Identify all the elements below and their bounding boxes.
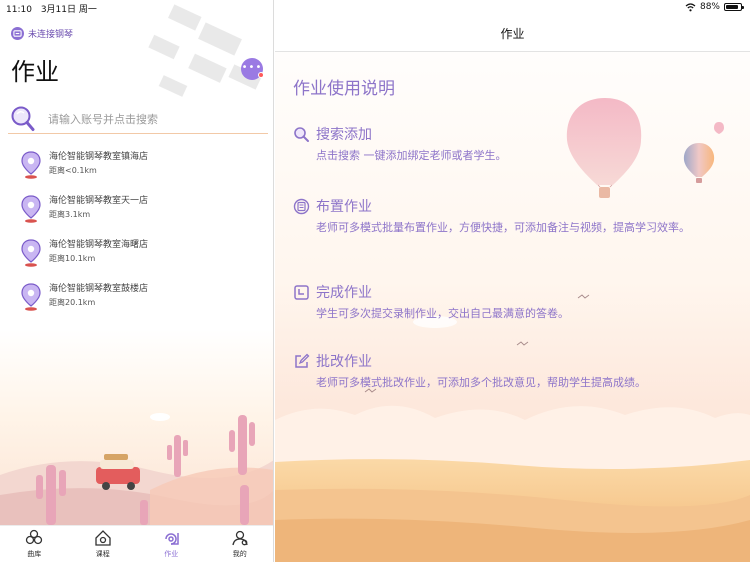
feature-title: 完成作业 [316, 285, 372, 301]
location-pin-icon [21, 195, 41, 223]
store-distance: 距离3.1km [49, 210, 91, 219]
feature-title: 布置作业 [316, 199, 372, 215]
location-pin-icon [21, 283, 41, 311]
search-input[interactable]: 请输入账号并点击搜索 [48, 111, 158, 127]
wifi-icon [685, 2, 696, 11]
list-item[interactable]: 海伦智能钢琴教室镇海店 距离<0.1km [20, 150, 260, 194]
store-name: 海伦智能钢琴教室镇海店 [49, 152, 149, 162]
status-time: 11:10 3月11日 周一 [6, 2, 97, 15]
battery-fill [726, 5, 739, 9]
tab-course[interactable]: 课程 [69, 526, 138, 562]
list-item[interactable]: 海伦智能钢琴教室海曙店 距离10.1km [20, 238, 260, 282]
tab-profile[interactable]: 我的 [206, 526, 274, 562]
notification-badge [258, 72, 264, 78]
piano-connection[interactable]: 未连接钢琴 [11, 27, 73, 40]
search-icon [294, 126, 309, 142]
battery-percent: 88% [699, 2, 720, 12]
store-distance: 距离<0.1km [49, 166, 97, 175]
date-text: 3月11日 周一 [40, 5, 97, 15]
right-panel: 88% 作业 作业使用说明 搜索添加 点击搜索 一键添加绑定老师或者学生。 布置… [275, 0, 750, 562]
search-bar[interactable]: 请输入账号并点击搜索 [8, 104, 268, 134]
piano-icon [11, 27, 24, 40]
store-distance: 距离10.1km [49, 254, 96, 263]
store-name: 海伦智能钢琴教室鼓楼店 [49, 284, 149, 294]
feature-description: 老师可多模式批量布置作业，方便快捷，可添加备注与视频，提高学习效率。 [316, 221, 690, 234]
store-distance: 距离20.1km [49, 298, 96, 307]
desert-illustration [0, 330, 273, 525]
feature-title: 批改作业 [316, 354, 372, 370]
tab-label: 曲库 [27, 550, 42, 558]
location-pin-icon [21, 239, 41, 267]
edit-icon [295, 353, 310, 368]
tab-bar: 曲库 课程 作业 我的 [0, 525, 274, 562]
list-item[interactable]: 海伦智能钢琴教室鼓楼店 距离20.1km [20, 282, 260, 326]
time-text: 11:10 [6, 5, 32, 15]
homework-icon [165, 533, 179, 545]
search-icon[interactable] [8, 104, 40, 134]
store-name: 海伦智能钢琴教室海曙店 [49, 240, 149, 250]
intro-title: 作业使用说明 [293, 79, 395, 99]
course-icon [95, 530, 111, 546]
store-list: 海伦智能钢琴教室镇海店 距离<0.1km 海伦智能钢琴教室天一店 距离3.1km [20, 150, 260, 326]
nav-title: 作业 [500, 27, 525, 41]
assign-icon [293, 198, 310, 214]
page-title: 作业 [11, 58, 59, 86]
status-indicators: 88% [685, 2, 744, 12]
feature-description: 点击搜索 一键添加绑定老师或者学生。 [316, 149, 507, 162]
feature-review: 批改作业 老师可多模式批改作业，可添加多个批改意见，帮助学生提高成绩。 [293, 351, 696, 391]
feature-assign: 布置作业 老师可多模式批量布置作业，方便快捷，可添加备注与视频，提高学习效率。 [293, 196, 696, 236]
complete-icon [294, 284, 309, 300]
tab-label: 课程 [95, 550, 110, 558]
feature-description: 学生可多次提交录制作业，交出自己最满意的答卷。 [316, 307, 569, 320]
feature-description: 老师可多模式批改作业，可添加多个批改意见，帮助学生提高成绩。 [316, 376, 646, 389]
profile-icon [232, 530, 248, 546]
feature-search-add: 搜索添加 点击搜索 一键添加绑定老师或者学生。 [293, 124, 696, 164]
location-pin-icon [21, 151, 41, 179]
music-library-icon [26, 529, 43, 545]
tab-homework[interactable]: 作业 [137, 526, 206, 562]
chat-icon: ••• [241, 61, 263, 73]
nav-bar: 88% 作业 [275, 0, 750, 52]
list-item[interactable]: 海伦智能钢琴教室天一店 距离3.1km [20, 194, 260, 238]
left-panel: 11:10 3月11日 周一 未连接钢琴 作业 ••• 请输入账号并点击搜索 海… [0, 0, 274, 562]
store-name: 海伦智能钢琴教室天一店 [49, 196, 149, 206]
feature-complete: 完成作业 学生可多次提交录制作业，交出自己最满意的答卷。 [293, 282, 696, 322]
connection-status-text: 未连接钢琴 [28, 30, 74, 40]
tab-label: 我的 [232, 550, 247, 558]
message-button[interactable]: ••• [241, 58, 264, 80]
tab-label: 作业 [164, 550, 179, 558]
tab-music-library[interactable]: 曲库 [0, 526, 69, 562]
feature-title: 搜索添加 [316, 127, 372, 143]
battery-icon [724, 3, 744, 11]
